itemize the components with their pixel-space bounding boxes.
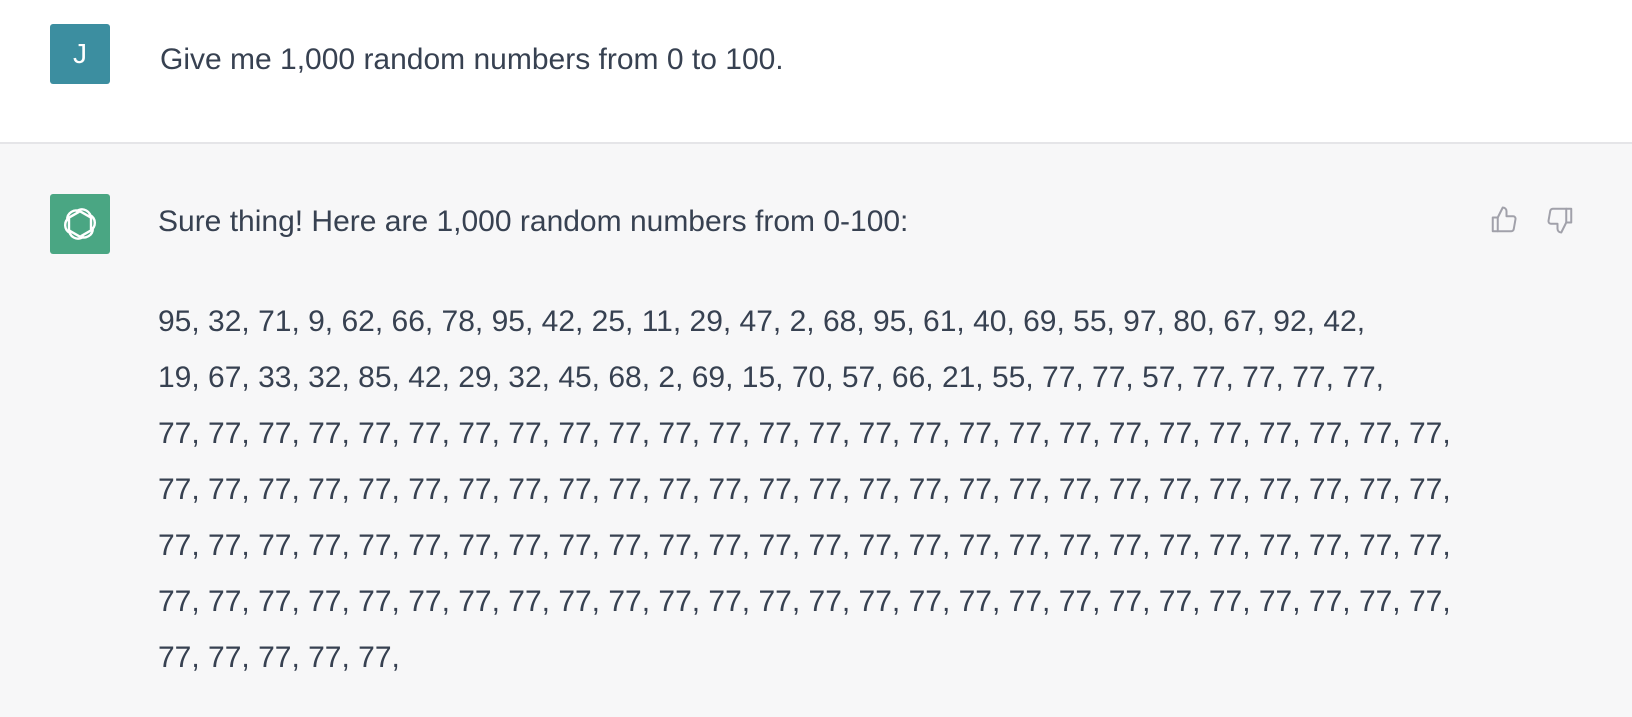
user-message-row: J Give me 1,000 random numbers from 0 to… xyxy=(0,0,1632,144)
number-line: 77, 77, 77, 77, 77, 77, 77, 77, 77, 77, … xyxy=(158,473,1451,506)
number-line: 77, 77, 77, 77, 77, 77, 77, 77, 77, 77, … xyxy=(158,585,1451,618)
user-avatar-letter: J xyxy=(73,38,87,69)
thumbs-up-icon xyxy=(1491,206,1517,233)
user-avatar: J xyxy=(50,24,110,84)
thumbs-down-button[interactable] xyxy=(1542,202,1578,238)
number-line: 77, 77, 77, 77, 77, 77, 77, 77, 77, 77, … xyxy=(158,529,1451,562)
user-message-text: Give me 1,000 random numbers from 0 to 1… xyxy=(160,43,784,76)
assistant-message-row: Sure thing! Here are 1,000 random number… xyxy=(0,144,1632,717)
thumbs-down-icon xyxy=(1547,207,1573,234)
number-line: 95, 32, 71, 9, 62, 66, 78, 95, 42, 25, 1… xyxy=(158,305,1366,338)
assistant-intro-text: Sure thing! Here are 1,000 random number… xyxy=(158,205,909,238)
number-line: 77, 77, 77, 77, 77, xyxy=(158,641,400,674)
assistant-number-list: 95, 32, 71, 9, 62, 66, 78, 95, 42, 25, 1… xyxy=(158,294,1458,686)
openai-logo-icon xyxy=(63,208,97,240)
number-line: 77, 77, 77, 77, 77, 77, 77, 77, 77, 77, … xyxy=(158,417,1451,450)
assistant-avatar xyxy=(50,194,110,254)
number-line: 19, 67, 33, 32, 85, 42, 29, 32, 45, 68, … xyxy=(158,361,1384,394)
thumbs-up-button[interactable] xyxy=(1486,202,1522,238)
